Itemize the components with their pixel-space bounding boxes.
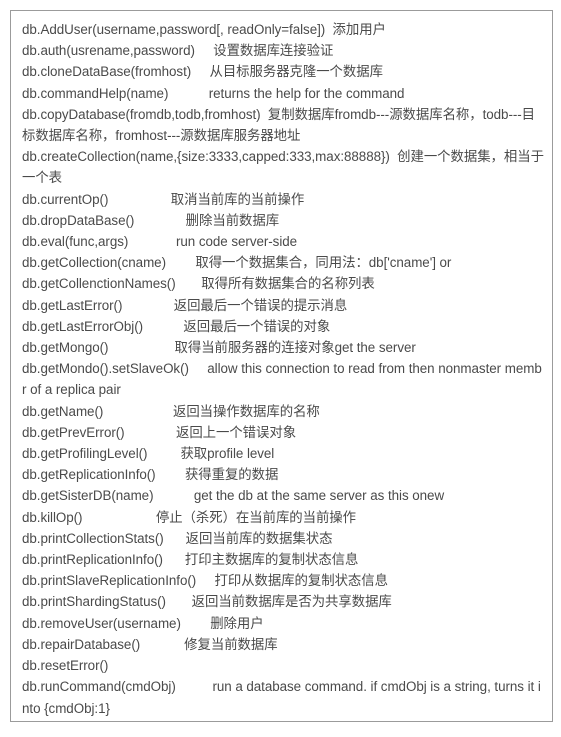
command-line: db.cloneDataBase(fromhost) 从目标服务器克隆一个数据库 bbox=[22, 64, 383, 80]
command-line: db.createCollection(name,{size:3333,capp… bbox=[22, 149, 544, 186]
page-root: db.AddUser(username,password[, readOnly=… bbox=[0, 0, 561, 737]
command-line: db.getCollection(cname) 取得一个数据集合，同用法：db[… bbox=[22, 255, 452, 271]
command-line: db.resetError() bbox=[22, 658, 109, 674]
command-line: db.getReplicationInfo() 获得重复的数据 bbox=[22, 467, 279, 483]
command-line: db.copyDatabase(fromdb,todb,fromhost) 复制… bbox=[22, 106, 536, 144]
command-line: db.printReplicationInfo() 打印主数据库的复制状态信息 bbox=[22, 552, 359, 568]
command-line: db.currentOp() 取消当前库的当前操作 bbox=[22, 191, 305, 207]
command-line: db.dropDataBase() 删除当前数据库 bbox=[22, 212, 280, 228]
command-line: db.setProfilingLevel(level) 设置profile le… bbox=[22, 719, 546, 721]
command-line: db.getPrevError() 返回上一个错误对象 bbox=[22, 424, 297, 440]
command-line: db.AddUser(username,password[, readOnly=… bbox=[22, 22, 386, 37]
code-block-container: db.AddUser(username,password[, readOnly=… bbox=[10, 10, 553, 722]
command-line: db.eval(func,args) run code server-side bbox=[22, 234, 298, 250]
command-line: db.printCollectionStats() 返回当前库的数据集状态 bbox=[22, 530, 333, 546]
command-line: db.repairDatabase() 修复当前数据库 bbox=[22, 636, 278, 652]
command-line: db.getLastErrorObj() 返回最后一个错误的对象 bbox=[22, 318, 331, 334]
command-line: db.printSlaveReplicationInfo() 打印从数据库的复制… bbox=[22, 573, 388, 589]
command-line: db.getMondo().setSlaveOk() allow this co… bbox=[22, 361, 542, 398]
command-line: db.runCommand(cmdObj) run a database com… bbox=[22, 679, 541, 716]
command-line: db.auth(usrename,password) 设置数据库连接验证 bbox=[22, 43, 334, 59]
command-line: db.killOp() 停止（杀死）在当前库的当前操作 bbox=[22, 509, 356, 525]
command-list: db.AddUser(username,password[, readOnly=… bbox=[22, 19, 546, 721]
command-line: db.getLastError() 返回最后一个错误的提示消息 bbox=[22, 297, 348, 313]
command-line: db.removeUser(username) 删除用户 bbox=[22, 615, 264, 631]
command-line: db.printShardingStatus() 返回当前数据库是否为共享数据库 bbox=[22, 594, 392, 610]
command-line: db.getCollenctionNames() 取得所有数据集合的名称列表 bbox=[22, 276, 375, 292]
command-line: db.getName() 返回当操作数据库的名称 bbox=[22, 403, 320, 419]
command-line: db.commandHelp(name) returns the help fo… bbox=[22, 85, 405, 101]
command-line: db.getSisterDB(name) get the db at the s… bbox=[22, 488, 445, 504]
command-line: db.getProfilingLevel() 获取profile level bbox=[22, 446, 275, 462]
command-line: db.getMongo() 取得当前服务器的连接对象get the server bbox=[22, 340, 416, 356]
